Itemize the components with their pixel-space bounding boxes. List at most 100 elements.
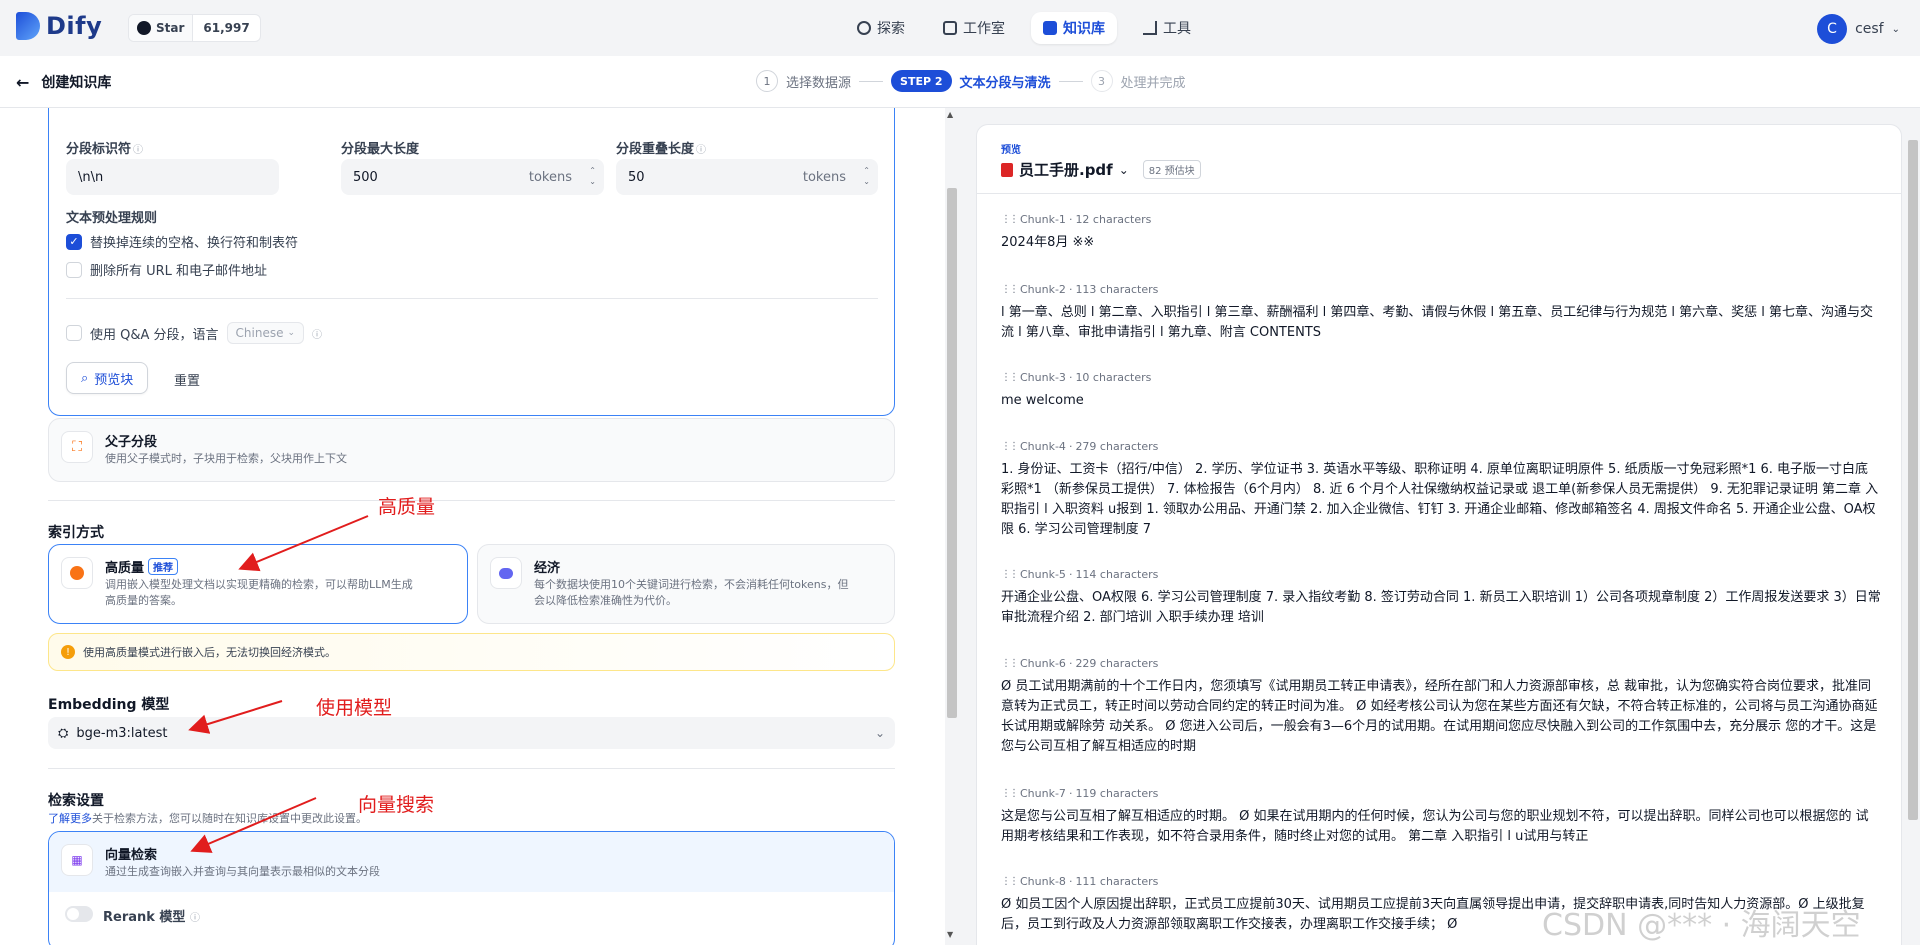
scroll-down-icon[interactable]: ▼ (947, 930, 953, 939)
max-length-label: 分段最大长度 (341, 142, 420, 157)
model-icon: ⛭ (58, 725, 69, 741)
rerank-label: Rerank 模型 ⓘ (103, 910, 200, 925)
vector-search-title: 向量检索 (105, 848, 158, 863)
chunk-meta: ⋮⋮ Chunk-4 · 279 characters (1001, 440, 1159, 453)
drag-grip-icon: ⋮⋮ (1001, 876, 1019, 887)
checkbox-icon[interactable] (66, 261, 82, 278)
index-method-title: 索引方式 (48, 525, 104, 541)
chunk-item: ⋮⋮ Chunk-1 · 12 characters 2024年8月 ※※ (1001, 213, 1881, 253)
tokens-unit: tokens (802, 169, 846, 185)
embedding-model-select[interactable]: ⛭ bge-m3:latest ⌄ (48, 717, 895, 749)
chunk-item: ⋮⋮ Chunk-2 · 113 characters l 第一章、总则 l 第二章… (1001, 283, 1881, 343)
chunk-meta: ⋮⋮ Chunk-6 · 229 characters (1001, 657, 1159, 670)
retrieval-settings-title: 检索设置 (48, 793, 104, 809)
scroll-up-icon[interactable]: ▲ (947, 110, 953, 119)
user-name: cesf (1855, 21, 1884, 37)
chunk-item: ⋮⋮ Chunk-3 · 10 characters me welcome (1001, 371, 1881, 411)
drag-grip-icon: ⋮⋮ (1001, 788, 1019, 799)
pdf-icon (1001, 162, 1013, 177)
overlap-input[interactable]: 50 tokens ⌃ ⌄ (616, 159, 878, 195)
dify-logo[interactable]: Dify (16, 12, 102, 40)
drag-grip-icon: ⋮⋮ (1001, 441, 1019, 452)
high-quality-icon (61, 557, 93, 589)
page-title: 创建知识库 (41, 75, 112, 91)
avatar: C (1817, 14, 1848, 44)
main-nav: 探索 工作室 知识库 工具 (845, 12, 1203, 44)
drag-grip-icon: ⋮⋮ (1001, 214, 1019, 225)
chunk-meta: ⋮⋮ Chunk-1 · 12 characters (1001, 213, 1152, 226)
chunk-meta: ⋮⋮ Chunk-8 · 111 characters (1001, 875, 1159, 888)
piggy-bank-icon (490, 557, 522, 589)
search-icon: ⌕ (81, 370, 89, 386)
high-quality-title: 高质量 推荐 (105, 557, 179, 576)
rule-replace-whitespace[interactable]: ✓ 替换掉连续的空格、换行符和制表符 (66, 232, 298, 251)
step-3-label: 处理并完成 (1120, 75, 1186, 91)
rerank-toggle[interactable] (65, 906, 93, 922)
high-quality-desc: 调用嵌入模型处理文档以实现更精确的检索，可以帮助LLM生成 高质量的答案。 (105, 578, 413, 607)
chevron-down-icon: ⌄ (1118, 162, 1129, 177)
high-quality-warning: ! 使用高质量模式进行嵌入后，无法切换回经济模式。 (48, 633, 895, 671)
nav-studio[interactable]: 工作室 (931, 12, 1017, 44)
chevron-down-icon: ⌄ (1891, 23, 1900, 35)
chunk-item: ⋮⋮ Chunk-7 · 119 characters 这是您与公司互相了解互相适应… (1001, 787, 1881, 847)
nav-knowledge[interactable]: 知识库 (1031, 12, 1117, 44)
chunk-meta: ⋮⋮ Chunk-3 · 10 characters (1001, 371, 1152, 384)
chunk-count-badge: 82 预估块 (1142, 160, 1201, 179)
economy-option[interactable]: 经济 每个数据块使用10个关键词进行检索，不会消耗任何tokens，但 会以降低检… (477, 544, 895, 624)
nav-explore[interactable]: 探索 (845, 12, 917, 44)
preview-chunks-button[interactable]: ⌕ 预览块 (66, 362, 149, 394)
checkbox-icon[interactable] (66, 325, 82, 341)
annotation-use-model: 使用模型 (316, 697, 393, 719)
step-2-pill: STEP 2 (891, 70, 952, 92)
overlap-label: 分段重叠长度 ⓘ (616, 142, 707, 157)
vector-grid-icon: ▦ (61, 844, 93, 876)
parent-child-icon: ⛶ (61, 431, 93, 463)
max-length-input[interactable]: 500 tokens ⌃ ⌄ (341, 159, 604, 195)
high-quality-option[interactable]: 高质量 推荐 调用嵌入模型处理文档以实现更精确的检索，可以帮助LLM生成 高质量的答… (48, 544, 468, 624)
drag-grip-icon: ⋮⋮ (1001, 658, 1019, 669)
step-1-number: 1 (756, 70, 778, 92)
arrow-left-icon: ← (16, 72, 30, 92)
parent-child-title: 父子分段 (105, 435, 158, 450)
reset-button[interactable]: 重置 (174, 370, 200, 389)
rules-title: 文本预处理规则 (66, 211, 158, 226)
stepper-arrows-icon[interactable]: ⌃ ⌄ (863, 165, 870, 187)
vector-search-card[interactable]: ▦ 向量检索 通过生成查询嵌入并查询与其向量表示最相似的文本分段 Rerank … (48, 831, 895, 945)
learn-more-link[interactable]: 了解更多 (48, 812, 92, 825)
user-menu[interactable]: C cesf ⌄ (1817, 14, 1900, 44)
checkbox-checked-icon[interactable]: ✓ (66, 233, 82, 250)
embedding-model-title: Embedding 模型 (48, 697, 170, 713)
github-star-label: Star (156, 21, 185, 35)
chunk-text: 这是您与公司互相了解互相适应的时期。 Ø 如果在试用期内的任何时候，您认为公司与… (1001, 809, 1869, 844)
chunk-item: ⋮⋮ Chunk-5 · 114 characters 开通企业公盘、OA权限 6.… (1001, 568, 1881, 628)
qa-segmentation-toggle[interactable]: 使用 Q&A 分段，语言 Chinese ⌄ ⓘ (66, 322, 322, 344)
drag-grip-icon: ⋮⋮ (1001, 284, 1019, 295)
file-selector[interactable]: 员工手册.pdf ⌄ 82 预估块 (1001, 159, 1201, 180)
step-3-number: 3 (1090, 70, 1113, 92)
parent-child-segmentation-card[interactable]: ⛶ 父子分段 使用父子模式时，子块用于检索，父块用作上下文 (48, 418, 895, 482)
step-divider (859, 80, 884, 82)
chunk-meta: ⋮⋮ Chunk-2 · 113 characters (1001, 283, 1159, 296)
chunk-item: ⋮⋮ Chunk-4 · 279 characters 1. 身份证、工资卡（招行/… (1001, 440, 1881, 540)
chunk-text: l 第一章、总则 l 第二章、入职指引 l 第三章、薪酬福利 l 第四章、考勤、… (1001, 305, 1874, 340)
right-scrollbar-thumb[interactable] (1908, 140, 1918, 820)
language-select[interactable]: Chinese ⌄ (226, 322, 305, 344)
chevron-down-icon: ⌄ (874, 726, 885, 740)
robot-icon (943, 21, 957, 35)
economy-desc: 每个数据块使用10个关键词进行检索，不会消耗任何tokens，但 会以降低检索准确… (534, 578, 849, 607)
github-star-button[interactable]: Star 61,997 (128, 14, 261, 42)
nav-tools[interactable]: 工具 (1131, 12, 1203, 44)
warning-icon: ! (61, 645, 75, 659)
chunk-text: Ø 员工试用期满前的十个工作日内，您须填写《试用期员工转正申请表》，经所在部门和… (1001, 679, 1878, 754)
left-scrollbar-thumb[interactable] (947, 188, 957, 718)
rule-remove-urls[interactable]: 删除所有 URL 和电子邮件地址 (66, 260, 267, 279)
chunk-text: 开通企业公盘、OA权限 6. 学习公司管理制度 7. 录入指纹考勤 8. 签订劳… (1001, 590, 1881, 625)
back-button[interactable]: ← 创建知识库 (16, 72, 111, 92)
chunk-item: ⋮⋮ Chunk-6 · 229 characters Ø 员工试用期满前的十个工作… (1001, 657, 1881, 757)
delimiter-input[interactable]: \n\n (66, 159, 279, 195)
tokens-unit: tokens (528, 169, 572, 185)
chunk-text: 2024年8月 ※※ (1001, 235, 1095, 250)
stepper-arrows-icon[interactable]: ⌃ ⌄ (589, 165, 596, 187)
drag-grip-icon: ⋮⋮ (1001, 372, 1019, 383)
parent-child-desc: 使用父子模式时，子块用于检索，父块用作上下文 (105, 452, 347, 465)
